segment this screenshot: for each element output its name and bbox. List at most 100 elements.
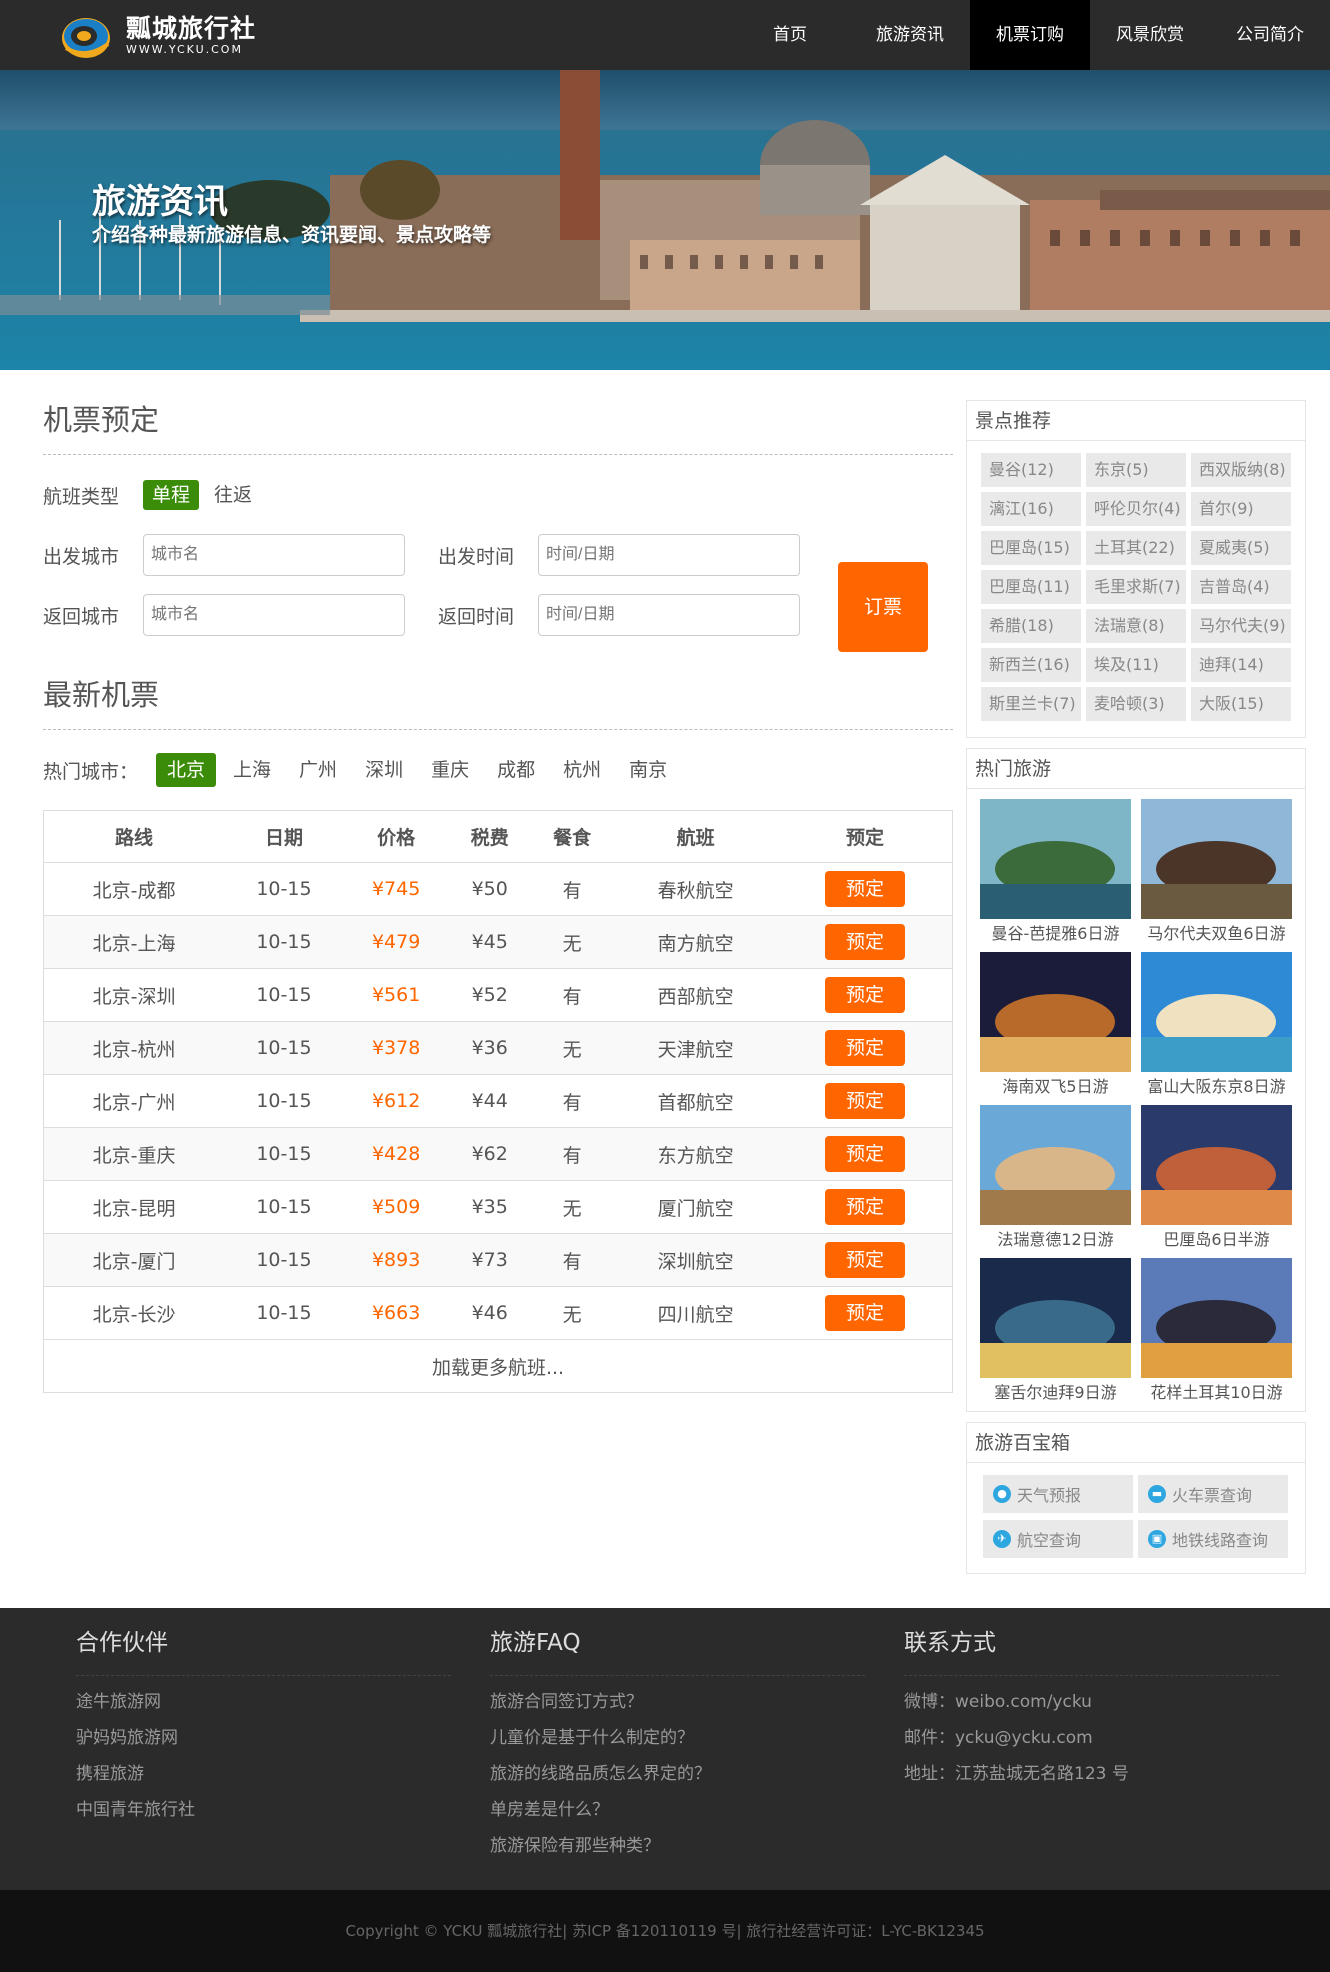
route-cell: 北京-厦门 [43, 1233, 225, 1287]
tour-card[interactable]: 富山大阪东京8日游 [1141, 952, 1292, 1105]
weather-link[interactable]: ● 天气预报 [983, 1475, 1133, 1513]
partner-link[interactable]: 中国青年旅行社 [76, 1792, 451, 1828]
tax-cell: ¥50 [448, 862, 531, 916]
spot-tag[interactable]: 西双版纳(8) [1191, 453, 1291, 487]
book-ticket-button[interactable]: 订票 [838, 562, 928, 652]
book-button[interactable]: 预定 [825, 871, 905, 907]
city-tab[interactable]: 上海 [222, 753, 282, 787]
round-trip-option[interactable]: 往返 [205, 480, 261, 510]
return-city-input[interactable] [143, 594, 405, 636]
faq-link[interactable]: 旅游保险有那些种类？ [490, 1828, 865, 1864]
book-button[interactable]: 预定 [825, 1030, 905, 1066]
logo-icon [62, 18, 110, 58]
price-cell: ¥479 [343, 915, 449, 969]
logo[interactable]: 瓢城旅行社 WWW.YCKU.COM [60, 10, 256, 62]
spot-tag[interactable]: 法瑞意(8) [1086, 609, 1186, 643]
one-way-option[interactable]: 单程 [143, 480, 200, 510]
date-cell: 10-15 [224, 1127, 344, 1181]
faq-link[interactable]: 旅游合同签订方式？ [490, 1684, 865, 1720]
col-book: 预定 [846, 827, 885, 849]
tour-card[interactable]: 马尔代夫双鱼6日游 [1141, 799, 1292, 952]
load-more-link[interactable]: 加载更多航班... [43, 1339, 953, 1393]
spot-tag[interactable]: 巴厘岛(11) [981, 570, 1081, 604]
spot-tag[interactable]: 土耳其(22) [1086, 531, 1186, 565]
partner-link[interactable]: 携程旅游 [76, 1756, 451, 1792]
spot-tag[interactable]: 巴厘岛(15) [981, 531, 1081, 565]
tour-caption: 巴厘岛6日半游 [1163, 1230, 1270, 1249]
tour-card[interactable]: 曼谷-芭提雅6日游 [980, 799, 1131, 952]
return-time-label: 返回时间 [438, 605, 515, 628]
book-button[interactable]: 预定 [825, 1242, 905, 1278]
tour-card[interactable]: 海南双飞5日游 [980, 952, 1131, 1105]
depart-time-label: 出发时间 [438, 545, 515, 568]
meal-cell: 有 [530, 862, 614, 916]
spot-tag[interactable]: 迪拜(14) [1191, 648, 1291, 682]
book-button[interactable]: 预定 [825, 924, 905, 960]
beach-hat-photo [980, 1105, 1131, 1225]
nav-scenery[interactable]: 风景欣赏 [1090, 0, 1210, 70]
city-tab[interactable]: 成都 [486, 753, 546, 787]
contact-weibo: 微博：weibo.com/ycku [904, 1692, 1092, 1712]
tour-caption: 曼谷-芭提雅6日游 [991, 924, 1120, 943]
partner-link[interactable]: 驴妈妈旅游网 [76, 1720, 451, 1756]
tour-card[interactable]: 花样土耳其10日游 [1141, 1258, 1292, 1411]
spot-tag[interactable]: 马尔代夫(9) [1191, 609, 1291, 643]
subway-query-link[interactable]: ▣ 地铁线路查询 [1138, 1520, 1288, 1558]
table-row: 北京-深圳 10-15 ¥561 ¥52 有西部航空 预定 [43, 968, 953, 1022]
faq-link[interactable]: 旅游的线路品质怎么界定的？ [490, 1756, 865, 1792]
spot-tag[interactable]: 夏威夷(5) [1191, 531, 1291, 565]
temple-gate-photo [1141, 799, 1292, 919]
city-tab[interactable]: 北京 [156, 753, 217, 787]
tour-caption: 富山大阪东京8日游 [1147, 1077, 1286, 1096]
spot-tag[interactable]: 新西兰(16) [981, 648, 1081, 682]
train-ticket-link[interactable]: ▬ 火车票查询 [1138, 1475, 1288, 1513]
city-tab[interactable]: 重庆 [420, 753, 480, 787]
col-price: 价格 [377, 827, 416, 849]
spot-tag[interactable]: 呼伦贝尔(4) [1086, 492, 1186, 526]
book-button[interactable]: 预定 [825, 977, 905, 1013]
city-tab[interactable]: 深圳 [354, 753, 414, 787]
nav-about[interactable]: 公司简介 [1210, 0, 1330, 70]
flight-query-link[interactable]: ✈ 航空查询 [983, 1520, 1133, 1558]
tool-label: 天气预报 [1017, 1486, 1082, 1505]
depart-city-input[interactable] [143, 534, 405, 576]
depart-time-input[interactable] [538, 534, 800, 576]
airline-cell: 厦门航空 [613, 1180, 779, 1234]
spot-tag[interactable]: 东京(5) [1086, 453, 1186, 487]
city-tab[interactable]: 南京 [618, 753, 678, 787]
tour-card[interactable]: 巴厘岛6日半游 [1141, 1105, 1292, 1258]
banner-subtitle: 介绍各种最新旅游信息、资讯要闻、景点攻略等 [92, 224, 492, 246]
spot-tag[interactable]: 曼谷(12) [981, 453, 1081, 487]
airline-cell: 南方航空 [613, 915, 779, 969]
nav-flight-booking[interactable]: 机票订购 [970, 0, 1090, 70]
spot-tag[interactable]: 漓江(16) [981, 492, 1081, 526]
meal-cell: 无 [530, 1021, 614, 1075]
partner-link[interactable]: 途牛旅游网 [76, 1684, 451, 1720]
return-time-input[interactable] [538, 594, 800, 636]
book-button[interactable]: 预定 [825, 1136, 905, 1172]
tour-caption: 法瑞意德12日游 [997, 1230, 1114, 1249]
spot-tag[interactable]: 希腊(18) [981, 609, 1081, 643]
spot-tag[interactable]: 大阪(15) [1191, 687, 1291, 721]
spot-tag[interactable]: 吉普岛(4) [1191, 570, 1291, 604]
spot-tag[interactable]: 麦哈顿(3) [1086, 687, 1186, 721]
book-button[interactable]: 预定 [825, 1189, 905, 1225]
book-button[interactable]: 预定 [825, 1295, 905, 1331]
faq-link[interactable]: 儿童价是基于什么制定的？ [490, 1720, 865, 1756]
tour-card[interactable]: 塞舌尔迪拜9日游 [980, 1258, 1131, 1411]
spot-tag[interactable]: 首尔(9) [1191, 492, 1291, 526]
nav-travel-news[interactable]: 旅游资讯 [850, 0, 970, 70]
col-route: 路线 [115, 827, 154, 849]
spot-tag[interactable]: 毛里求斯(7) [1086, 570, 1186, 604]
book-button[interactable]: 预定 [825, 1083, 905, 1119]
contact-address: 地址：江苏盐城无名路123 号 [904, 1764, 1129, 1784]
nav-home[interactable]: 首页 [730, 0, 850, 70]
return-city-label: 返回城市 [43, 605, 120, 628]
spot-tag[interactable]: 斯里兰卡(7) [981, 687, 1081, 721]
faq-link[interactable]: 单房差是什么？ [490, 1792, 865, 1828]
spot-tag[interactable]: 埃及(11) [1086, 648, 1186, 682]
flight-type-label: 航班类型 [43, 485, 120, 508]
city-tab[interactable]: 广州 [288, 753, 348, 787]
city-tab[interactable]: 杭州 [552, 753, 612, 787]
tour-card[interactable]: 法瑞意德12日游 [980, 1105, 1131, 1258]
